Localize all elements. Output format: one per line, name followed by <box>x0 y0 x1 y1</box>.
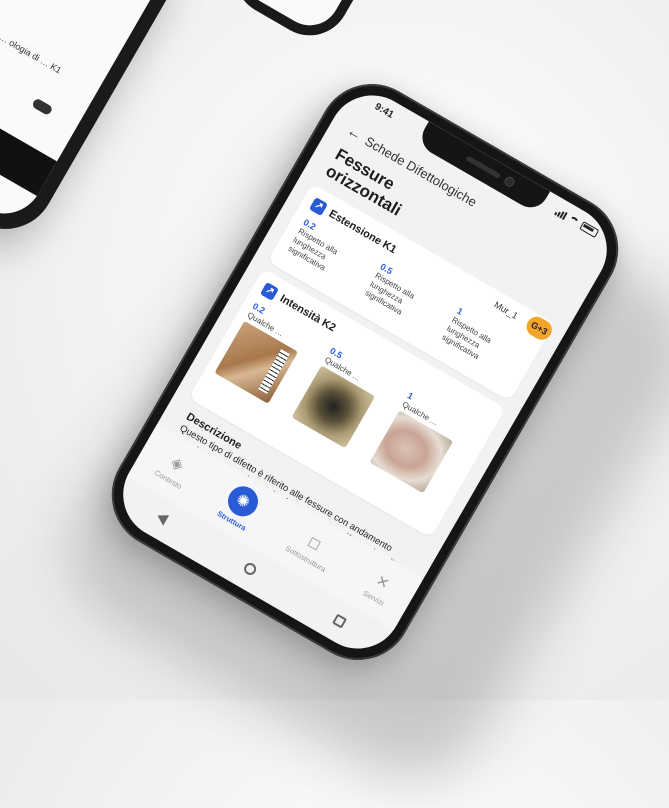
signal-icon <box>554 207 568 220</box>
background-phone-left: … ologia di … K1 <box>0 0 194 248</box>
wifi-icon <box>567 215 580 227</box>
system-recents-icon[interactable] <box>332 613 348 629</box>
background-phone-text: … ologia di … K1 <box>0 31 64 76</box>
tab-servizi[interactable]: ✕ Servizi <box>362 567 398 608</box>
back-arrow-icon[interactable]: ← <box>344 122 365 144</box>
background-button <box>0 121 66 202</box>
background-phone-top <box>220 0 400 50</box>
system-back-icon[interactable] <box>154 510 169 526</box>
k1-option[interactable]: 0.5 Rispetto alla lunghezza significativ… <box>363 261 452 336</box>
background-toggle <box>31 97 54 117</box>
battery-icon <box>579 221 600 238</box>
tab-struttura[interactable]: ✺ Struttura <box>216 480 264 533</box>
camera <box>504 176 515 188</box>
system-home-icon[interactable] <box>242 560 259 578</box>
tab-contesto[interactable]: ◈ Contesto <box>153 446 196 491</box>
speaker <box>465 155 501 179</box>
status-time: 9:41 <box>372 101 396 121</box>
resize-icon: ↗ <box>259 281 280 302</box>
tab-sottostruttura[interactable]: ◻ Sottostruttura <box>284 522 340 574</box>
resize-icon: ↗ <box>308 197 329 217</box>
